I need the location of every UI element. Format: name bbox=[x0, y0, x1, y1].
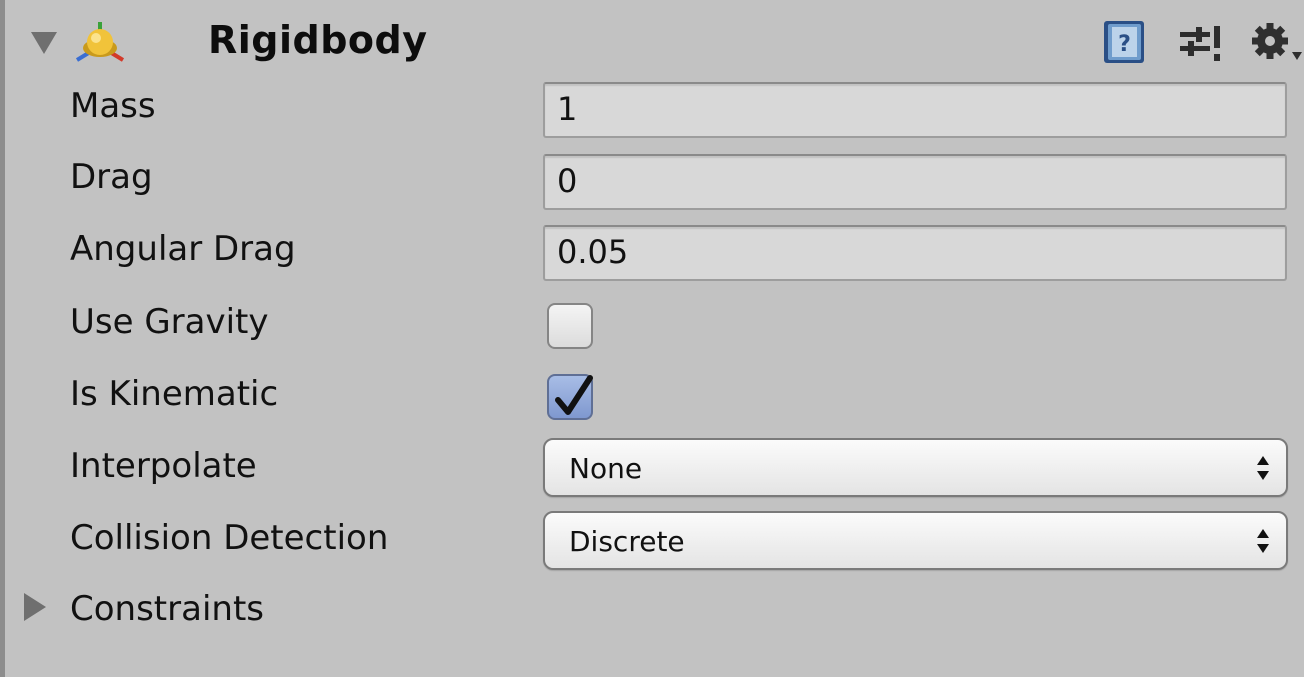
angular-drag-value: 0.05 bbox=[557, 233, 629, 271]
mass-field[interactable]: 1 bbox=[543, 82, 1287, 138]
gear-icon[interactable] bbox=[1246, 16, 1304, 70]
drag-field[interactable]: 0 bbox=[543, 154, 1287, 210]
use-gravity-checkbox[interactable] bbox=[547, 303, 593, 349]
interpolate-label: Interpolate bbox=[70, 446, 257, 486]
inspector-left-border bbox=[0, 0, 5, 677]
dropdown-arrows-icon bbox=[1257, 529, 1269, 553]
interpolate-dropdown[interactable]: None bbox=[543, 438, 1288, 497]
is-kinematic-label: Is Kinematic bbox=[70, 374, 279, 414]
drag-label: Drag bbox=[70, 157, 153, 197]
help-book-icon[interactable]: ? bbox=[1101, 18, 1147, 66]
rigidbody-icon bbox=[75, 22, 125, 62]
checkmark-icon bbox=[555, 375, 593, 415]
dropdown-arrows-icon bbox=[1257, 456, 1269, 480]
constraints-foldout-label[interactable]: Constraints bbox=[70, 589, 264, 629]
drag-value: 0 bbox=[557, 162, 578, 200]
use-gravity-label: Use Gravity bbox=[70, 302, 269, 342]
angular-drag-label: Angular Drag bbox=[70, 229, 296, 269]
collision-detection-label: Collision Detection bbox=[70, 518, 389, 558]
angular-drag-field[interactable]: 0.05 bbox=[543, 225, 1287, 281]
is-kinematic-checkbox[interactable] bbox=[547, 374, 593, 420]
mass-value: 1 bbox=[557, 90, 578, 128]
triangle-right-icon[interactable] bbox=[24, 593, 46, 621]
mass-label: Mass bbox=[70, 86, 156, 126]
triangle-down-icon[interactable] bbox=[31, 32, 57, 54]
collision-detection-selected: Discrete bbox=[569, 525, 685, 558]
component-title: Rigidbody bbox=[208, 18, 428, 62]
preset-sliders-icon[interactable] bbox=[1176, 22, 1226, 66]
svg-text:?: ? bbox=[1118, 32, 1131, 57]
component-header[interactable]: Rigidbody ? bbox=[5, 0, 1304, 86]
collision-detection-dropdown[interactable]: Discrete bbox=[543, 511, 1288, 570]
interpolate-selected: None bbox=[569, 452, 643, 485]
